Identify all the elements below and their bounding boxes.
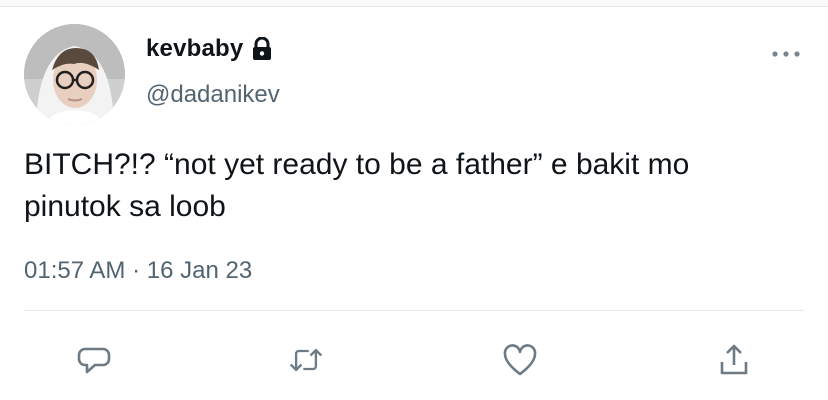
reply-icon[interactable] bbox=[76, 342, 112, 378]
retweet-icon[interactable] bbox=[288, 342, 324, 378]
top-divider bbox=[0, 0, 828, 7]
display-name[interactable]: kevbaby bbox=[146, 34, 243, 64]
share-icon[interactable] bbox=[716, 342, 752, 378]
tweet-time[interactable]: 01:57 AM bbox=[24, 257, 125, 284]
user-handle[interactable]: @dadanikev bbox=[146, 80, 280, 110]
tweet-timestamp[interactable]: 01:57 AM · 16 Jan 23 bbox=[24, 256, 252, 286]
avatar[interactable] bbox=[24, 24, 125, 125]
meta-separator: · bbox=[132, 257, 141, 284]
lock-icon bbox=[251, 36, 273, 61]
heart-icon[interactable] bbox=[502, 342, 538, 378]
tweet-text: BITCH?!? “not yet ready to be a father” … bbox=[24, 148, 690, 223]
avatar-image bbox=[24, 24, 125, 125]
actions-divider bbox=[24, 310, 804, 311]
display-name-row[interactable]: kevbaby bbox=[146, 34, 273, 64]
tweet-date[interactable]: 16 Jan 23 bbox=[147, 257, 252, 284]
more-options-icon[interactable] bbox=[766, 44, 806, 64]
